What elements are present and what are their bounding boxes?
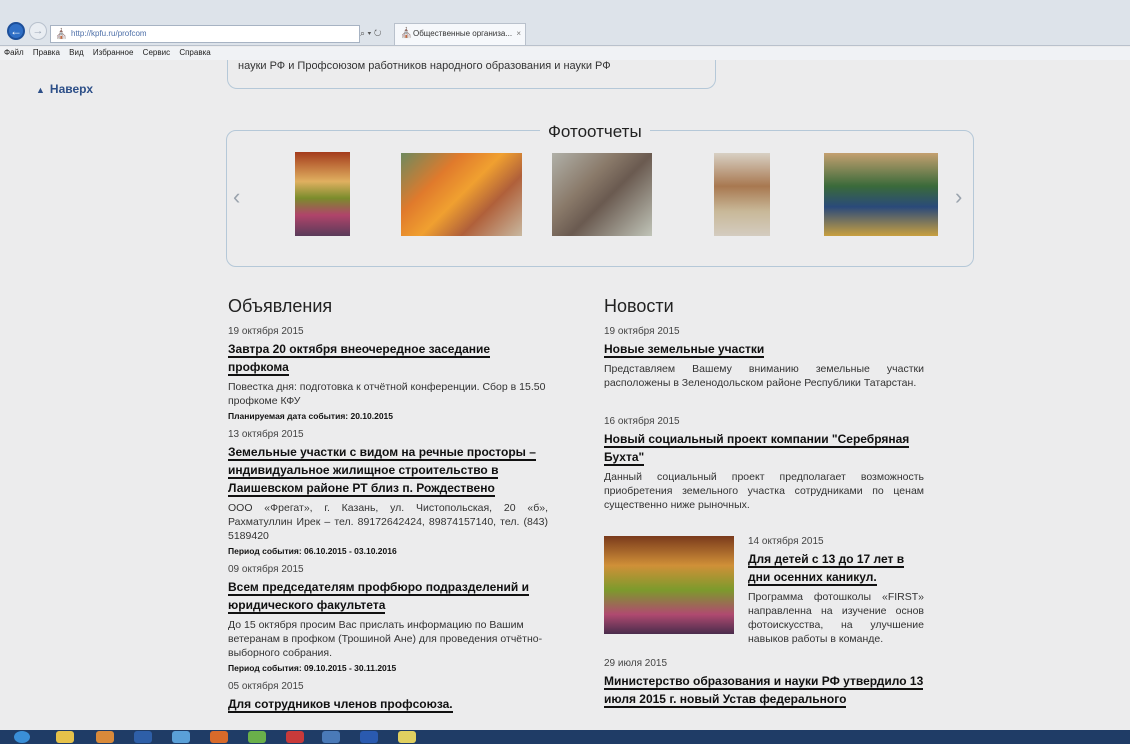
- tab-site-icon: ⛪: [400, 28, 413, 39]
- item-title-link[interactable]: Новый социальный проект компании "Серебр…: [604, 432, 910, 466]
- item-date: 09 октября 2015: [228, 564, 304, 575]
- item-date: 16 октября 2015: [604, 416, 680, 427]
- item-date: 13 октября 2015: [228, 429, 304, 440]
- menu-bar: Файл Правка Вид Избранное Сервис Справка: [0, 47, 1130, 60]
- word-icon[interactable]: [360, 731, 378, 743]
- site-icon: ⛪: [55, 29, 68, 40]
- menu-favorites[interactable]: Избранное: [93, 48, 134, 57]
- item-date: 05 октября 2015: [228, 681, 304, 692]
- forward-button[interactable]: →: [29, 22, 47, 40]
- back-to-top-link[interactable]: ▲ Наверх: [36, 82, 93, 96]
- ie-icon[interactable]: [398, 731, 416, 743]
- carousel-next-icon[interactable]: ›: [955, 184, 962, 210]
- app-icon[interactable]: [286, 731, 304, 743]
- address-actions[interactable]: ⌕ ▾ ↻: [360, 25, 390, 43]
- news-item: 14 октября 2015 Для детей с 13 до 17 лет…: [604, 536, 924, 648]
- item-title-link[interactable]: Всем председателям профбюро подразделени…: [228, 580, 530, 614]
- app-icon[interactable]: [322, 731, 340, 743]
- address-bar[interactable]: ⛪ http://kpfu.ru/profcom: [50, 25, 360, 43]
- photo-reports-title: Фотоотчеты: [540, 122, 650, 142]
- news-thumbnail[interactable]: [604, 536, 734, 634]
- announcement-item: 19 октября 2015 Завтра 20 октября внеоче…: [228, 326, 548, 421]
- item-text: Программа фотошколы «FIRST» направленна …: [748, 591, 924, 645]
- back-arrow-icon: ←: [10, 24, 22, 38]
- photo-thumbnail[interactable]: [552, 153, 652, 236]
- arrow-up-icon: ▲: [36, 85, 45, 95]
- menu-file[interactable]: Файл: [4, 48, 24, 57]
- start-button-icon[interactable]: [14, 731, 30, 743]
- item-meta: Период события: 06.10.2015 - 03.10.2016: [228, 546, 397, 556]
- media-icon[interactable]: [96, 731, 114, 743]
- item-text: Представляем Вашему вниманию земельные у…: [604, 363, 924, 389]
- photo-thumbnail[interactable]: [401, 153, 522, 236]
- item-text: ООО «Фрегат», г. Казань, ул. Чистопольск…: [228, 502, 548, 542]
- carousel-prev-icon[interactable]: ‹: [233, 184, 240, 210]
- news-column: Новости 19 октября 2015 Новые земельные …: [604, 296, 924, 716]
- announcement-item: 05 октября 2015 Для сотрудников членов п…: [228, 681, 548, 713]
- item-date: 19 октября 2015: [228, 326, 304, 337]
- item-text: Повестка дня: подготовка к отчётной конф…: [228, 381, 546, 407]
- photo-thumbnail[interactable]: [714, 153, 770, 236]
- browser-toolbar: ← → ⛪ http://kpfu.ru/profcom ⌕ ▾ ↻ ⛪ Общ…: [0, 0, 1130, 46]
- item-title-link[interactable]: Министерство образования и науки РФ утве…: [604, 674, 924, 708]
- previous-section-text: науки РФ и Профсоюзом работников народно…: [238, 60, 611, 72]
- item-title-link[interactable]: Для сотрудников членов профсоюза.: [228, 697, 453, 713]
- news-item: 16 октября 2015 Новый социальный проект …: [604, 416, 924, 512]
- forward-arrow-icon: →: [32, 25, 44, 37]
- item-title-link[interactable]: Завтра 20 октября внеочередное заседание…: [228, 342, 491, 376]
- back-button[interactable]: ←: [7, 22, 25, 40]
- item-text: До 15 октября просим Вас прислать информ…: [228, 619, 543, 659]
- firefox-icon[interactable]: [210, 731, 228, 743]
- tab-close-icon[interactable]: ×: [516, 24, 521, 44]
- item-meta: Период события: 09.10.2015 - 30.11.2015: [228, 663, 397, 673]
- item-title-link[interactable]: Земельные участки с видом на речные прос…: [228, 445, 536, 497]
- item-title-link[interactable]: Новые земельные участки: [604, 342, 765, 358]
- news-title: Новости: [604, 296, 674, 316]
- announcements-title: Объявления: [228, 296, 333, 316]
- item-title-link[interactable]: Для детей с 13 до 17 лет в дни осенних к…: [748, 552, 905, 586]
- announcement-item: 13 октября 2015 Земельные участки с видо…: [228, 429, 548, 556]
- menu-tools[interactable]: Сервис: [143, 48, 170, 57]
- news-item: 29 июля 2015 Министерство образования и …: [604, 658, 924, 708]
- tab-active[interactable]: ⛪ Общественные организа... ×: [394, 23, 526, 45]
- menu-help[interactable]: Справка: [179, 48, 210, 57]
- item-text: Данный социальный проект предполагает во…: [604, 471, 924, 511]
- photo-thumbnail[interactable]: [295, 152, 350, 236]
- back-to-top-label: Наверх: [49, 82, 93, 96]
- announcements-column: Объявления 19 октября 2015 Завтра 20 окт…: [228, 296, 548, 721]
- photoshop-icon[interactable]: [134, 731, 152, 743]
- item-date: 14 октября 2015: [748, 536, 824, 547]
- menu-view[interactable]: Вид: [69, 48, 83, 57]
- explorer-icon[interactable]: [56, 731, 74, 743]
- item-date: 19 октября 2015: [604, 326, 680, 337]
- app-icon[interactable]: [172, 731, 190, 743]
- item-meta: Планируемая дата события: 20.10.2015: [228, 411, 394, 421]
- page-content: ▲ Наверх науки РФ и Профсоюзом работников…: [0, 60, 1130, 730]
- os-taskbar: [0, 730, 1130, 744]
- address-text: http://kpfu.ru/profcom: [71, 29, 147, 38]
- item-date: 29 июля 2015: [604, 658, 668, 669]
- photo-thumbnail[interactable]: [824, 153, 938, 236]
- tab-title: Общественные организа...: [413, 29, 513, 38]
- menu-edit[interactable]: Правка: [33, 48, 60, 57]
- news-item: 19 октября 2015 Новые земельные участки …: [604, 326, 924, 390]
- chrome-icon[interactable]: [248, 731, 266, 743]
- announcement-item: 09 октября 2015 Всем председателям профб…: [228, 564, 548, 673]
